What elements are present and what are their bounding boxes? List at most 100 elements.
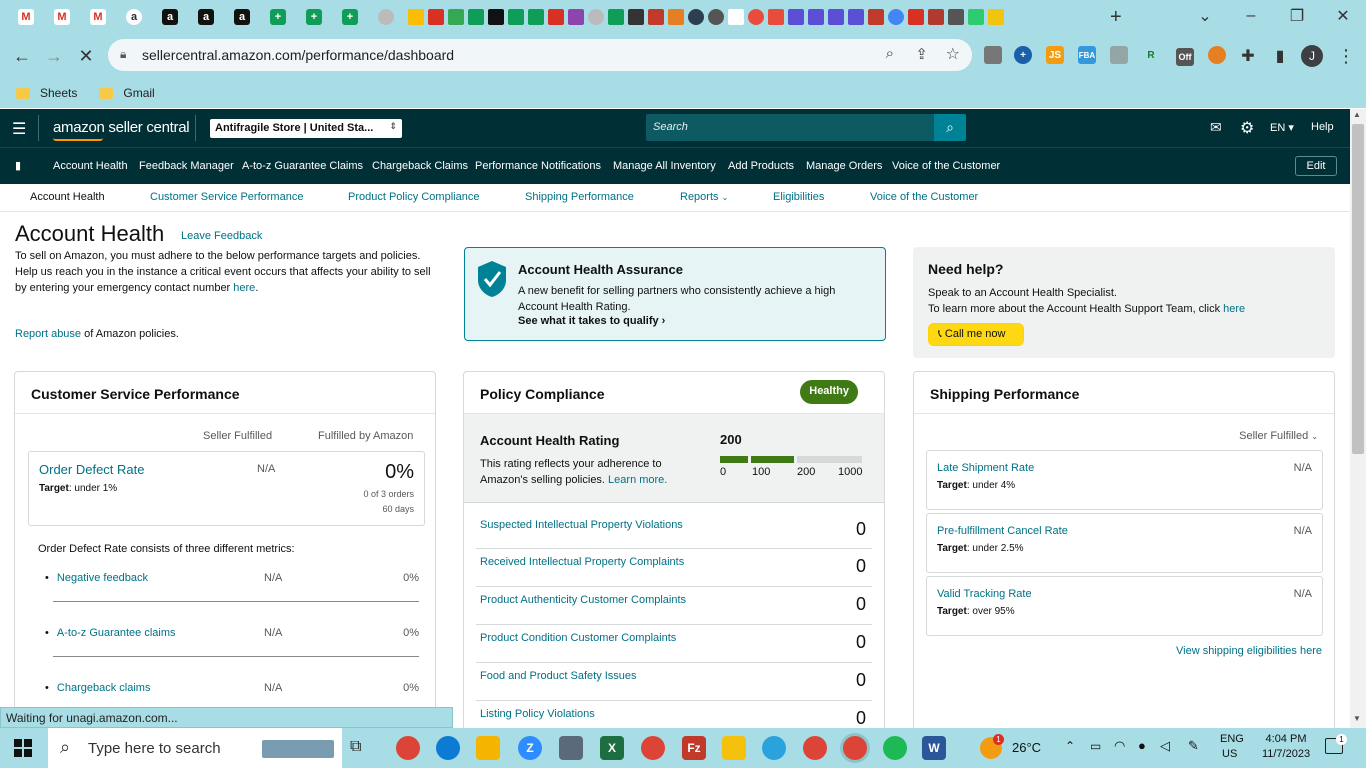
shipping-eligibilities-link[interactable]: View shipping eligibilities here — [1176, 645, 1322, 657]
policy-row-link[interactable]: Food and Product Safety Issues — [480, 670, 637, 682]
scroll-up-icon[interactable]: ▲ — [1353, 110, 1361, 119]
address-bar[interactable]: 🔒︎ sellercentral.amazon.com/performance/… — [108, 39, 972, 71]
lock-icon[interactable]: 🔒︎ — [120, 47, 126, 62]
app-tab-icon[interactable] — [948, 9, 964, 25]
help-link[interactable]: Help — [1311, 121, 1334, 133]
loading-tab-icon[interactable] — [378, 9, 394, 25]
mail-icon[interactable]: ✉ — [1210, 119, 1222, 136]
sheets-tab-icon[interactable]: + — [306, 9, 322, 25]
app-tab-icon[interactable] — [648, 9, 664, 25]
app-tab-icon[interactable] — [968, 9, 984, 25]
excel-icon[interactable]: X — [600, 736, 624, 760]
subnav-shipping[interactable]: Shipping Performance — [525, 191, 634, 203]
new-tab-icon[interactable]: + — [1110, 6, 1122, 29]
edge-taskbar-icon[interactable] — [436, 736, 460, 760]
cancel-rate-link[interactable]: Pre-fulfillment Cancel Rate — [937, 525, 1068, 537]
js-tab-icon[interactable] — [908, 9, 924, 25]
order-defect-rate-link[interactable]: Order Defect Rate — [39, 462, 145, 477]
nav-performance-notifications[interactable]: Performance Notifications — [475, 160, 601, 172]
gmail-tab-icon[interactable]: M — [18, 9, 34, 25]
gmail-tab-icon[interactable]: M — [54, 9, 70, 25]
chrome-taskbar-icon[interactable] — [803, 736, 827, 760]
gear-icon[interactable]: ⚙ — [1240, 118, 1254, 138]
app-tab-icon[interactable] — [668, 9, 684, 25]
amazon-tab-icon[interactable]: a — [234, 9, 250, 25]
taskbar-search-input[interactable]: ⌕ Type here to search — [48, 728, 342, 768]
app-tab-icon[interactable] — [628, 9, 644, 25]
negative-feedback-link[interactable]: Negative feedback — [57, 572, 148, 584]
nav-account-health[interactable]: Account Health — [53, 160, 128, 172]
fba-extension-icon[interactable]: FBA — [1078, 46, 1096, 64]
heart-tab-icon[interactable] — [768, 9, 784, 25]
share-icon[interactable]: ⇪ — [915, 45, 928, 63]
forms-tab-icon[interactable] — [848, 9, 864, 25]
amazon-tab-icon[interactable]: a — [162, 9, 178, 25]
zoom-taskbar-icon[interactable]: Z — [518, 736, 542, 760]
chargeback-claims-link[interactable]: Chargeback claims — [57, 682, 151, 694]
store-selector[interactable]: Antifragile Store | United Sta... ⇕ — [210, 119, 402, 138]
js-extension-icon[interactable]: JS — [1046, 46, 1064, 64]
url-text[interactable]: sellercentral.amazon.com/performance/das… — [142, 47, 454, 63]
edit-nav-button[interactable]: Edit — [1295, 156, 1337, 176]
microphone-icon[interactable]: ● — [1138, 738, 1146, 753]
nav-manage-inventory[interactable]: Manage All Inventory — [613, 160, 716, 172]
drive-tab-icon[interactable] — [408, 9, 424, 25]
forms-tab-icon[interactable] — [828, 9, 844, 25]
policy-row-link[interactable]: Received Intellectual Property Complaint… — [480, 556, 684, 568]
leave-feedback-link[interactable]: Leave Feedback — [181, 230, 262, 242]
learn-more-link[interactable]: Learn more. — [608, 474, 667, 486]
profile-avatar[interactable]: J — [1301, 45, 1323, 67]
scroll-down-icon[interactable]: ▼ — [1353, 714, 1361, 723]
bookmark-sheets[interactable]: Sheets — [16, 86, 77, 100]
support-team-link[interactable]: here — [1223, 303, 1245, 315]
chrome-taskbar-icon[interactable] — [641, 736, 665, 760]
app-tab-icon[interactable] — [568, 9, 584, 25]
extension-icon[interactable]: R — [1142, 46, 1160, 64]
nav-manage-orders[interactable]: Manage Orders — [806, 160, 882, 172]
shipping-filter-dropdown[interactable]: Seller Fulfilled ⌄ — [1239, 430, 1318, 442]
off-extension-icon[interactable]: Off — [1176, 48, 1194, 66]
scrollbar-thumb[interactable] — [1352, 124, 1364, 454]
windows-start-icon[interactable] — [14, 739, 32, 757]
subnav-customer-service[interactable]: Customer Service Performance — [150, 191, 303, 203]
forms-tab-icon[interactable] — [788, 9, 804, 25]
language-indicator[interactable]: ENG US — [1220, 733, 1244, 760]
bookmark-icon[interactable]: ▮ — [15, 159, 21, 172]
policy-row-link[interactable]: Product Condition Customer Complaints — [480, 632, 676, 644]
emergency-contact-link[interactable]: here — [233, 282, 255, 294]
app-tab-icon[interactable] — [928, 9, 944, 25]
amazon-tab-icon-active[interactable]: a — [126, 9, 142, 25]
extension-icon[interactable] — [984, 46, 1002, 64]
telegram-icon[interactable] — [762, 736, 786, 760]
app-tab-icon[interactable] — [868, 9, 884, 25]
nav-chargeback-claims[interactable]: Chargeback Claims — [372, 160, 468, 172]
amazon-tab-icon[interactable]: a — [198, 9, 214, 25]
gmail-tab-icon[interactable]: M — [90, 9, 106, 25]
extension-icon[interactable] — [1110, 46, 1128, 64]
js-tab-icon[interactable] — [548, 9, 564, 25]
gmail-tab-icon[interactable] — [428, 9, 444, 25]
sidepanel-icon[interactable]: ▮ — [1266, 42, 1294, 70]
calculator-icon[interactable] — [559, 736, 583, 760]
nav-voice-of-customer[interactable]: Voice of the Customer — [892, 160, 1000, 172]
history-tab-icon[interactable] — [708, 9, 724, 25]
report-abuse-link[interactable]: Report abuse — [15, 328, 81, 340]
file-explorer-icon[interactable] — [476, 736, 500, 760]
stop-loading-icon[interactable]: ✕ — [72, 42, 100, 70]
seller-central-logo[interactable]: amazon seller central — [53, 119, 190, 136]
sheets-tab-icon[interactable] — [608, 9, 624, 25]
app-tab-icon[interactable] — [488, 9, 504, 25]
subnav-eligibilities[interactable]: Eligibilities — [773, 191, 824, 203]
battery-icon[interactable]: ▭ — [1090, 739, 1101, 753]
extension-icon[interactable]: + — [1014, 46, 1032, 64]
back-icon[interactable]: ← — [8, 42, 36, 70]
policy-row-link[interactable]: Suspected Intellectual Property Violatio… — [480, 519, 683, 531]
assurance-qualify-link[interactable]: See what it takes to qualify › — [518, 315, 665, 327]
subnav-voice-of-customer[interactable]: Voice of the Customer — [870, 191, 978, 203]
filezilla-icon[interactable]: Fz — [682, 736, 706, 760]
late-shipment-link[interactable]: Late Shipment Rate — [937, 462, 1034, 474]
policy-row-link[interactable]: Listing Policy Violations — [480, 708, 595, 720]
app-tab-icon[interactable] — [688, 9, 704, 25]
app-tab-icon[interactable] — [988, 9, 1004, 25]
atoz-claims-link[interactable]: A-to-z Guarantee claims — [57, 627, 176, 639]
